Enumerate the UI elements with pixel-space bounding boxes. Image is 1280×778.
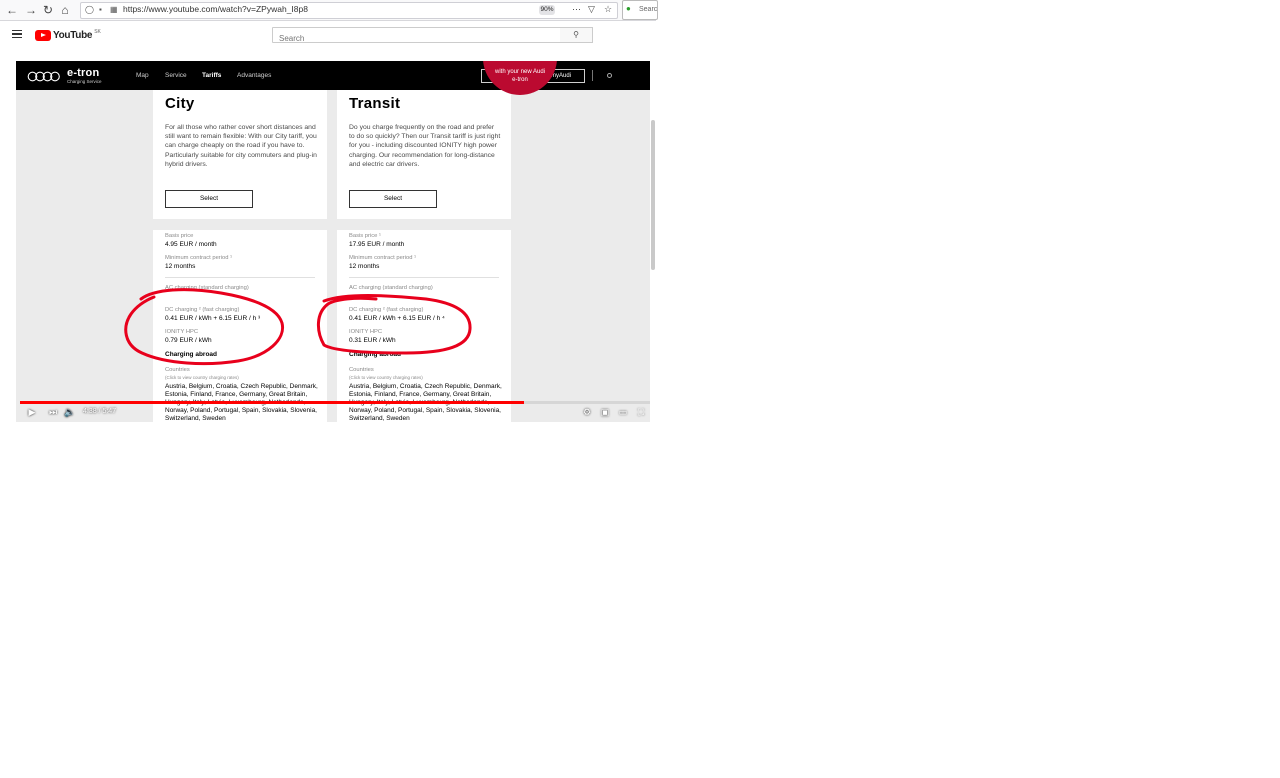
brand-block: e-tron Charging Service bbox=[67, 68, 102, 85]
promo-badge-line2: e-tron bbox=[512, 77, 528, 83]
miniplayer-icon[interactable]: ▣ bbox=[599, 406, 611, 418]
brand-subtitle: Charging Service bbox=[67, 79, 102, 84]
search-engine-icon: ● bbox=[626, 4, 631, 13]
promo-badge-line1: with your new Audi bbox=[494, 69, 546, 75]
ionity-label: IONITY HPC bbox=[165, 329, 199, 335]
tariff-card-transit: Transit Do you charge frequently on the … bbox=[337, 90, 511, 422]
shield-icon[interactable]: ◯ bbox=[85, 5, 94, 14]
card-divider bbox=[153, 219, 327, 230]
address-bar[interactable]: ◯ ▪ ▦ https://www.youtube.com/watch?v=ZP… bbox=[80, 2, 618, 19]
video-player[interactable]: e-tron Charging Service Map Service Tari… bbox=[16, 61, 650, 422]
dc-charging-label: DC charging ² (fast charging) bbox=[165, 307, 240, 313]
youtube-header: YouTube SK ⚲ bbox=[0, 21, 656, 49]
dc-charging-value: 0.41 EUR / kWh + 6.15 EUR / h ⁴ bbox=[349, 315, 445, 322]
countries-label: Countries bbox=[349, 367, 374, 373]
youtube-logo[interactable]: YouTube SK bbox=[35, 29, 101, 41]
countries-note-link[interactable]: (Click to view country charging rates) bbox=[349, 375, 423, 380]
countries-note-link[interactable]: (Click to view country charging rates) bbox=[165, 375, 239, 380]
time-display: 4:38 / 5:47 bbox=[83, 408, 117, 415]
play-icon[interactable]: ▶ bbox=[26, 406, 38, 418]
audi-rings-logo[interactable] bbox=[27, 71, 61, 82]
tariff-title: City bbox=[165, 95, 195, 112]
page-background bbox=[16, 90, 650, 422]
home-icon[interactable]: ⌂ bbox=[58, 3, 72, 17]
tariff-card-city: City For all those who rather cover shor… bbox=[153, 90, 327, 422]
zoom-level-badge[interactable]: 90% bbox=[539, 5, 555, 15]
basis-price-value: 4.95 EUR / month bbox=[165, 241, 217, 248]
lock-icon[interactable]: ▪ bbox=[99, 5, 102, 14]
tariff-description: For all those who rather cover short dis… bbox=[165, 124, 317, 168]
ac-charging-label: AC charging (standard charging) bbox=[349, 285, 433, 291]
basis-price-value: 17.95 EUR / month bbox=[349, 241, 405, 248]
charging-abroad-heading: Charging abroad bbox=[165, 351, 218, 358]
select-transit-button[interactable]: Select bbox=[349, 190, 437, 208]
theater-icon[interactable]: ▭ bbox=[617, 406, 629, 418]
dc-charging-value: 0.41 EUR / kWh + 6.15 EUR / h ³ bbox=[165, 315, 261, 322]
url-text[interactable]: https://www.youtube.com/watch?v=ZPywah_I… bbox=[123, 4, 308, 14]
nav-separator bbox=[592, 70, 593, 81]
volume-icon[interactable]: 🔈 bbox=[64, 406, 76, 418]
select-city-button[interactable]: Select bbox=[165, 190, 253, 208]
min-contract-label: Minimum contract period ¹ bbox=[349, 255, 417, 261]
back-icon[interactable]: ← bbox=[5, 3, 19, 17]
menu-icon[interactable] bbox=[12, 30, 22, 38]
youtube-wordmark: YouTube bbox=[53, 29, 93, 41]
more-actions-icon[interactable]: ⋯ bbox=[572, 4, 581, 15]
min-contract-value: 12 months bbox=[349, 263, 380, 270]
search-box[interactable]: ● Searc bbox=[622, 0, 658, 20]
youtube-play-logo-icon bbox=[35, 29, 51, 41]
row-divider bbox=[349, 277, 499, 278]
countries-label: Countries bbox=[165, 367, 190, 373]
pocket-icon[interactable]: ▽ bbox=[588, 4, 595, 15]
fullscreen-icon[interactable]: ⛶ bbox=[635, 406, 647, 418]
settings-icon[interactable] bbox=[607, 73, 612, 78]
next-icon[interactable]: ⏭ bbox=[47, 406, 59, 418]
min-contract-value: 12 months bbox=[165, 263, 196, 270]
row-divider bbox=[165, 277, 315, 278]
tariff-title: Transit bbox=[349, 95, 401, 112]
ionity-value: 0.79 EUR / kWh bbox=[165, 337, 212, 344]
bookmark-star-icon[interactable]: ☆ bbox=[604, 4, 612, 15]
page-scrollbar[interactable] bbox=[651, 120, 655, 270]
card-divider bbox=[337, 219, 511, 230]
basis-price-label: Basis price bbox=[165, 233, 194, 239]
reload-icon[interactable]: ↻ bbox=[41, 3, 55, 17]
search-box-placeholder: Searc bbox=[639, 6, 658, 13]
youtube-search-field[interactable] bbox=[272, 27, 561, 46]
progress-bar-fill[interactable] bbox=[20, 401, 524, 404]
nav-advantages[interactable]: Advantages bbox=[237, 72, 271, 79]
charging-abroad-heading: Charging abroad bbox=[349, 351, 402, 358]
permissions-icon[interactable]: ▦ bbox=[110, 5, 118, 14]
promo-badge-text: with your new Audi e-tron bbox=[483, 68, 557, 84]
basis-price-label: Basis price ¹ bbox=[349, 233, 381, 239]
country-code: SK bbox=[94, 29, 101, 35]
min-contract-label: Minimum contract period ¹ bbox=[165, 255, 233, 261]
forward-icon[interactable]: → bbox=[24, 3, 38, 17]
youtube-search-button[interactable]: ⚲ bbox=[560, 27, 593, 43]
tariff-description: Do you charge frequently on the road and… bbox=[349, 124, 501, 168]
youtube-search-input[interactable] bbox=[273, 31, 555, 46]
brand-title: e-tron bbox=[67, 67, 100, 79]
ionity-label: IONITY HPC bbox=[349, 329, 383, 335]
ionity-value: 0.31 EUR / kWh bbox=[349, 337, 396, 344]
nav-map[interactable]: Map bbox=[136, 72, 149, 79]
nav-tariffs[interactable]: Tariffs bbox=[202, 72, 221, 79]
browser-toolbar: ← → ↻ ⌂ ◯ ▪ ▦ https://www.youtube.com/wa… bbox=[0, 0, 658, 21]
ac-charging-label: AC charging (standard charging) bbox=[165, 285, 249, 291]
dc-charging-label: DC charging ² (fast charging) bbox=[349, 307, 424, 313]
settings-icon[interactable]: ⚙ bbox=[581, 406, 593, 418]
nav-service[interactable]: Service bbox=[165, 72, 187, 79]
